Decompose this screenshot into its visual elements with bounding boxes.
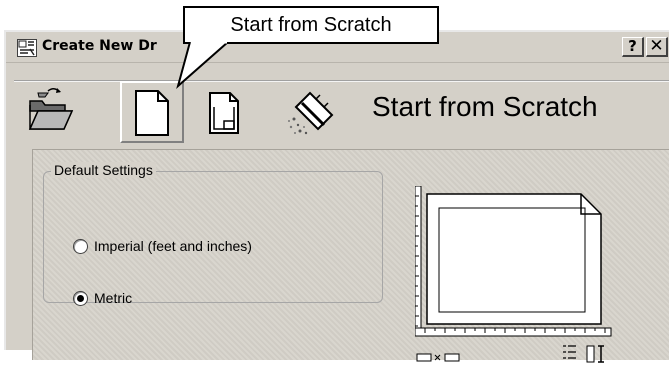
radio-selected-dot bbox=[77, 294, 84, 302]
imperial-radio-button[interactable] bbox=[73, 238, 88, 254]
open-drawing-button[interactable] bbox=[22, 81, 86, 143]
metric-radio-option[interactable]: Metric bbox=[73, 290, 132, 306]
callout-pointer-icon bbox=[176, 42, 229, 89]
start-from-scratch-button[interactable] bbox=[120, 81, 184, 143]
callout-label: Start from Scratch bbox=[183, 6, 439, 44]
open-folder-icon bbox=[28, 88, 74, 130]
drawing-units-preview-icon bbox=[415, 186, 612, 363]
close-button[interactable]: ✕ bbox=[646, 37, 668, 57]
create-new-drawing-dialog: Create New Dr ? ✕ Start from Scratch Def… bbox=[4, 30, 669, 363]
default-settings-group bbox=[43, 171, 383, 303]
use-wizard-button[interactable] bbox=[280, 81, 344, 143]
help-button[interactable]: ? bbox=[622, 37, 644, 57]
imperial-radio-option[interactable]: Imperial (feet and inches) bbox=[73, 238, 252, 254]
drawing-app-icon bbox=[17, 39, 37, 57]
blank-page-icon bbox=[135, 90, 169, 136]
page-title: Start from Scratch bbox=[372, 91, 598, 122]
settings-panel: Default Settings Imperial (feet and inch… bbox=[32, 149, 669, 363]
metric-radio-label[interactable]: Metric bbox=[94, 290, 132, 306]
wizard-icon bbox=[288, 91, 334, 135]
metric-radio-button[interactable] bbox=[73, 290, 88, 306]
window-title: Create New Dr bbox=[42, 38, 157, 54]
default-settings-label: Default Settings bbox=[51, 162, 156, 178]
imperial-radio-label[interactable]: Imperial (feet and inches) bbox=[94, 238, 252, 254]
